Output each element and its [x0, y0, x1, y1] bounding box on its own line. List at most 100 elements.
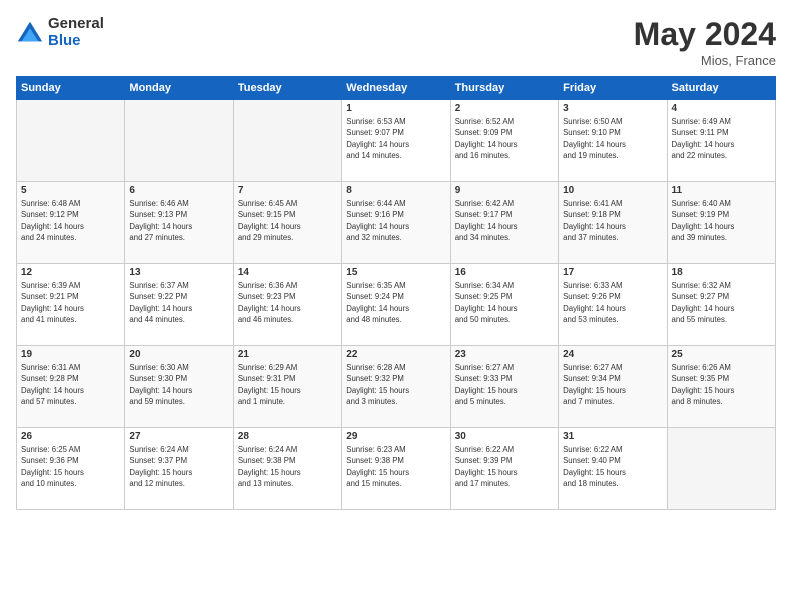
calendar-cell: 28Sunrise: 6:24 AM Sunset: 9:38 PM Dayli… [233, 428, 341, 510]
logo-text: General Blue [48, 16, 104, 49]
day-info: Sunrise: 6:22 AM Sunset: 9:40 PM Dayligh… [563, 444, 662, 489]
day-number: 16 [455, 267, 554, 278]
calendar-cell: 7 Sunrise: 6:45 AM Sunset: 9:15 PM Daylig… [233, 182, 341, 264]
calendar-cell: 11 Sunrise: 6:40 AM Sunset: 9:19 PM Dayli… [667, 182, 775, 264]
calendar-cell: 16 Sunrise: 6:34 AM Sunset: 9:25 PM Dayli… [450, 264, 558, 346]
day-info: Sunrise: 6:26 AM Sunset: 9:35 PM Dayligh… [672, 362, 771, 407]
day-info: Sunrise: 6:25 AM Sunset: 9:36 PM Dayligh… [21, 444, 120, 489]
day-info: Sunrise: 6:42 AM Sunset: 9:17 PM Dayligh… [455, 198, 554, 243]
day-info: Sunrise: 6:34 AM Sunset: 9:25 PM Dayligh… [455, 280, 554, 325]
day-number: 11 [672, 185, 771, 196]
week-row-3: 19 Sunrise: 6:31 AM Sunset: 9:28 PM Dayli… [17, 346, 776, 428]
day-number: 23 [455, 349, 554, 360]
day-number: 7 [238, 185, 337, 196]
logo: General Blue [16, 16, 104, 49]
calendar-cell: 1 Sunrise: 6:53 AM Sunset: 9:07 PM Daylig… [342, 100, 450, 182]
day-number: 28 [238, 431, 337, 442]
calendar-cell: 17Sunrise: 6:33 AM Sunset: 9:26 PM Dayli… [559, 264, 667, 346]
calendar-cell: 14 Sunrise: 6:36 AM Sunset: 9:23 PM Dayli… [233, 264, 341, 346]
logo-icon [16, 19, 44, 47]
calendar-cell: 18 Sunrise: 6:32 AM Sunset: 9:27 PM Dayli… [667, 264, 775, 346]
day-number: 31 [563, 431, 662, 442]
day-info: Sunrise: 6:29 AM Sunset: 9:31 PM Dayligh… [238, 362, 337, 407]
day-number: 24 [563, 349, 662, 360]
calendar-cell: 13 Sunrise: 6:37 AM Sunset: 9:22 PM Dayli… [125, 264, 233, 346]
calendar-cell [17, 100, 125, 182]
calendar-cell: 19 Sunrise: 6:31 AM Sunset: 9:28 PM Dayli… [17, 346, 125, 428]
calendar-cell: 15Sunrise: 6:35 AM Sunset: 9:24 PM Dayli… [342, 264, 450, 346]
day-number: 18 [672, 267, 771, 278]
day-info: Sunrise: 6:32 AM Sunset: 9:27 PM Dayligh… [672, 280, 771, 325]
day-number: 10 [563, 185, 662, 196]
week-row-1: 5Sunrise: 6:48 AM Sunset: 9:12 PM Daylig… [17, 182, 776, 264]
day-number: 26 [21, 431, 120, 442]
calendar-cell: 29Sunrise: 6:23 AM Sunset: 9:38 PM Dayli… [342, 428, 450, 510]
day-info: Sunrise: 6:37 AM Sunset: 9:22 PM Dayligh… [129, 280, 228, 325]
calendar-table: Sunday Monday Tuesday Wednesday Thursday… [16, 76, 776, 510]
day-number: 1 [346, 103, 445, 114]
day-info: Sunrise: 6:27 AM Sunset: 9:33 PM Dayligh… [455, 362, 554, 407]
day-info: Sunrise: 6:36 AM Sunset: 9:23 PM Dayligh… [238, 280, 337, 325]
col-monday: Monday [125, 77, 233, 100]
day-number: 6 [129, 185, 228, 196]
day-info: Sunrise: 6:24 AM Sunset: 9:37 PM Dayligh… [129, 444, 228, 489]
calendar-cell: 31 Sunrise: 6:22 AM Sunset: 9:40 PM Dayli… [559, 428, 667, 510]
day-number: 14 [238, 267, 337, 278]
calendar-cell: 9Sunrise: 6:42 AM Sunset: 9:17 PM Daylig… [450, 182, 558, 264]
header: General Blue May 2024 Mios, France [16, 16, 776, 68]
day-info: Sunrise: 6:31 AM Sunset: 9:28 PM Dayligh… [21, 362, 120, 407]
day-info: Sunrise: 6:44 AM Sunset: 9:16 PM Dayligh… [346, 198, 445, 243]
day-number: 8 [346, 185, 445, 196]
calendar-cell: 5Sunrise: 6:48 AM Sunset: 9:12 PM Daylig… [17, 182, 125, 264]
day-info: Sunrise: 6:40 AM Sunset: 9:19 PM Dayligh… [672, 198, 771, 243]
day-number: 19 [21, 349, 120, 360]
day-number: 13 [129, 267, 228, 278]
day-number: 12 [21, 267, 120, 278]
day-number: 22 [346, 349, 445, 360]
title-block: May 2024 Mios, France [634, 16, 776, 68]
day-number: 3 [563, 103, 662, 114]
day-info: Sunrise: 6:45 AM Sunset: 9:15 PM Dayligh… [238, 198, 337, 243]
logo-general: General [48, 16, 104, 33]
day-info: Sunrise: 6:49 AM Sunset: 9:11 PM Dayligh… [672, 116, 771, 161]
day-number: 2 [455, 103, 554, 114]
day-info: Sunrise: 6:28 AM Sunset: 9:32 PM Dayligh… [346, 362, 445, 407]
col-tuesday: Tuesday [233, 77, 341, 100]
calendar-cell: 4 Sunrise: 6:49 AM Sunset: 9:11 PM Daylig… [667, 100, 775, 182]
week-row-0: 1 Sunrise: 6:53 AM Sunset: 9:07 PM Daylig… [17, 100, 776, 182]
page: General Blue May 2024 Mios, France Sunda… [0, 0, 792, 612]
day-number: 20 [129, 349, 228, 360]
calendar-cell: 21Sunrise: 6:29 AM Sunset: 9:31 PM Dayli… [233, 346, 341, 428]
header-row: Sunday Monday Tuesday Wednesday Thursday… [17, 77, 776, 100]
day-info: Sunrise: 6:50 AM Sunset: 9:10 PM Dayligh… [563, 116, 662, 161]
col-thursday: Thursday [450, 77, 558, 100]
calendar-cell: 22 Sunrise: 6:28 AM Sunset: 9:32 PM Dayli… [342, 346, 450, 428]
day-info: Sunrise: 6:30 AM Sunset: 9:30 PM Dayligh… [129, 362, 228, 407]
day-info: Sunrise: 6:48 AM Sunset: 9:12 PM Dayligh… [21, 198, 120, 243]
calendar-cell: 27 Sunrise: 6:24 AM Sunset: 9:37 PM Dayli… [125, 428, 233, 510]
calendar-cell: 3 Sunrise: 6:50 AM Sunset: 9:10 PM Daylig… [559, 100, 667, 182]
week-row-4: 26 Sunrise: 6:25 AM Sunset: 9:36 PM Dayli… [17, 428, 776, 510]
calendar-cell: 24Sunrise: 6:27 AM Sunset: 9:34 PM Dayli… [559, 346, 667, 428]
calendar-cell: 23 Sunrise: 6:27 AM Sunset: 9:33 PM Dayli… [450, 346, 558, 428]
day-number: 4 [672, 103, 771, 114]
calendar-cell [667, 428, 775, 510]
day-info: Sunrise: 6:33 AM Sunset: 9:26 PM Dayligh… [563, 280, 662, 325]
col-saturday: Saturday [667, 77, 775, 100]
day-info: Sunrise: 6:52 AM Sunset: 9:09 PM Dayligh… [455, 116, 554, 161]
day-info: Sunrise: 6:53 AM Sunset: 9:07 PM Dayligh… [346, 116, 445, 161]
week-row-2: 12 Sunrise: 6:39 AM Sunset: 9:21 PM Dayli… [17, 264, 776, 346]
calendar-cell: 20 Sunrise: 6:30 AM Sunset: 9:30 PM Dayli… [125, 346, 233, 428]
day-info: Sunrise: 6:39 AM Sunset: 9:21 PM Dayligh… [21, 280, 120, 325]
day-number: 29 [346, 431, 445, 442]
calendar-cell: 12 Sunrise: 6:39 AM Sunset: 9:21 PM Dayli… [17, 264, 125, 346]
day-number: 25 [672, 349, 771, 360]
logo-blue: Blue [48, 33, 104, 50]
day-number: 15 [346, 267, 445, 278]
calendar-cell [233, 100, 341, 182]
calendar-cell: 6Sunrise: 6:46 AM Sunset: 9:13 PM Daylig… [125, 182, 233, 264]
day-number: 27 [129, 431, 228, 442]
calendar-cell [125, 100, 233, 182]
day-info: Sunrise: 6:41 AM Sunset: 9:18 PM Dayligh… [563, 198, 662, 243]
calendar-cell: 26 Sunrise: 6:25 AM Sunset: 9:36 PM Dayli… [17, 428, 125, 510]
